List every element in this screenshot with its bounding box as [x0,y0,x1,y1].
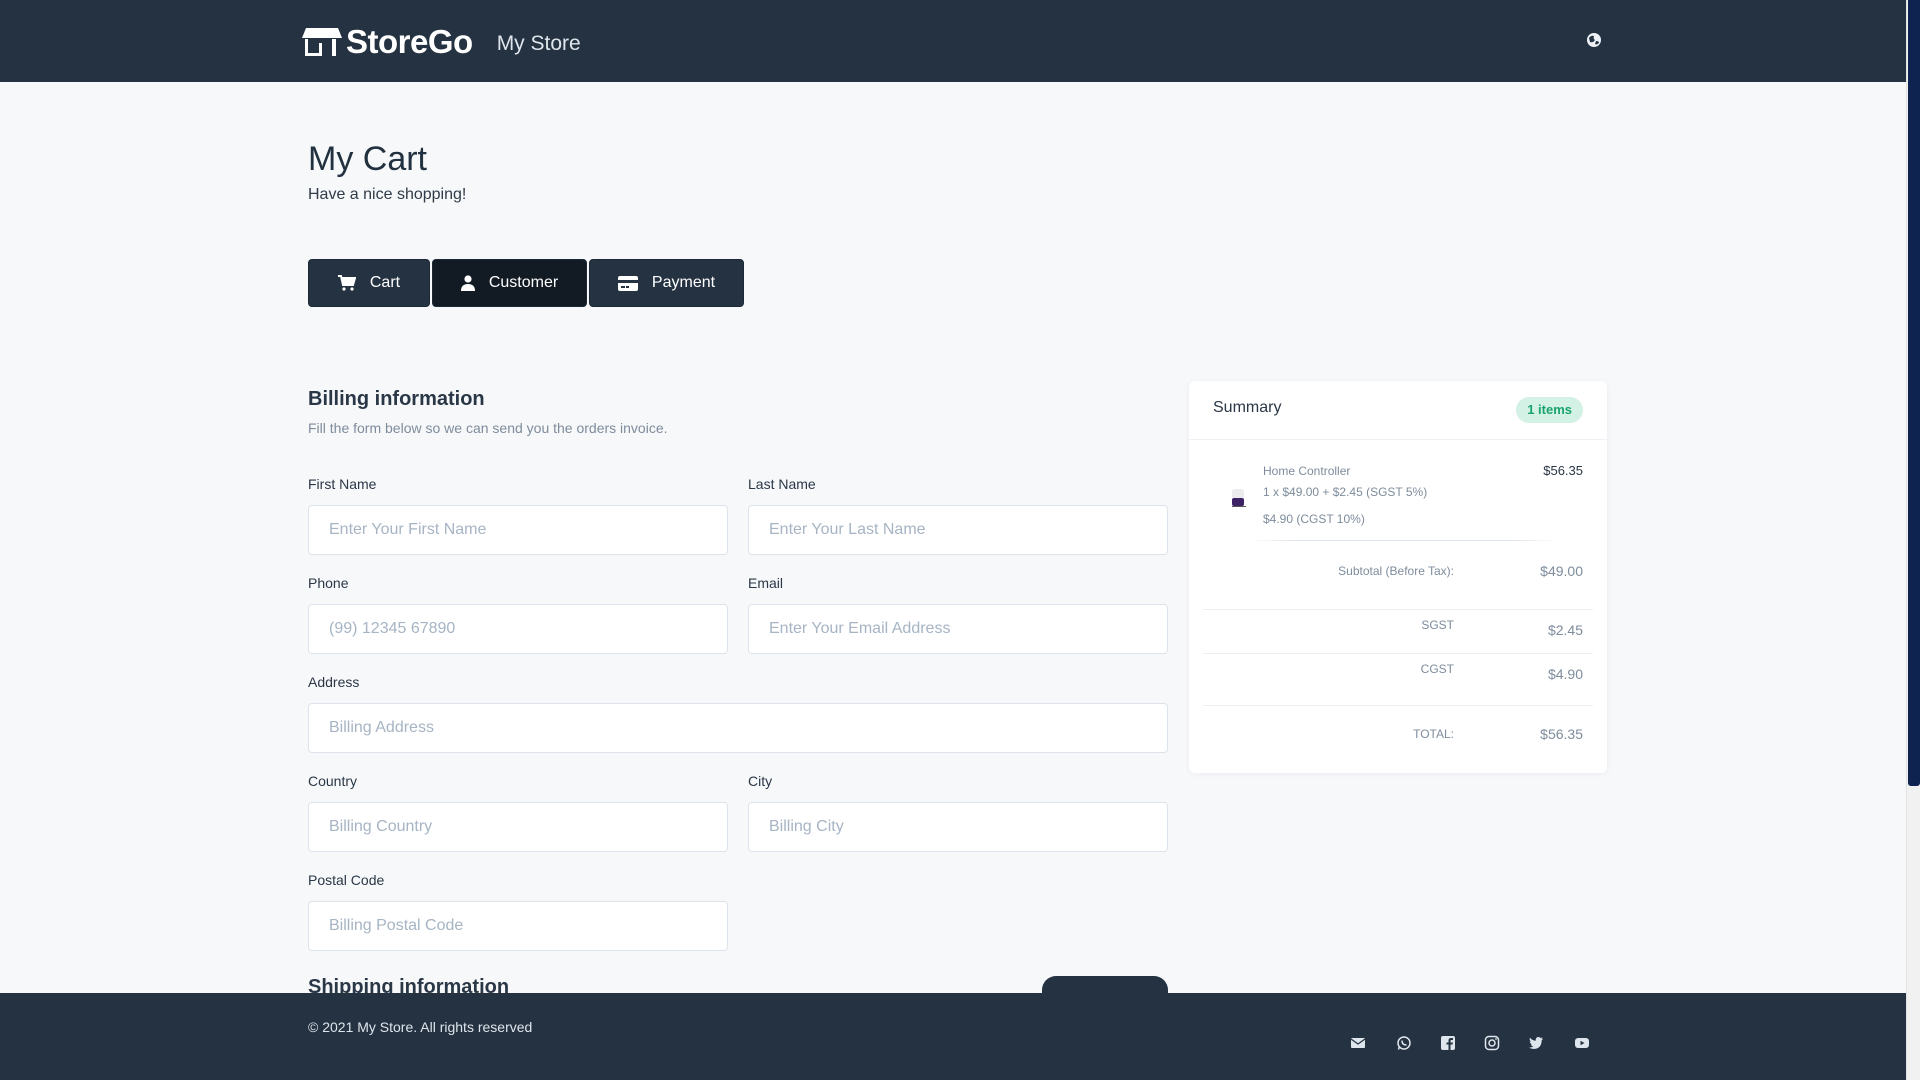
postal-code-input[interactable] [308,901,728,951]
youtube-icon[interactable] [1574,1035,1590,1051]
country-input[interactable] [308,802,728,852]
cgst-value: $4.90 [1547,666,1583,682]
product-cgst-line: $4.90 (CGST 10%) [1263,512,1365,526]
country-label: Country [308,773,358,789]
summary-title: Summary [1213,399,1282,416]
user-icon [460,275,475,291]
scrollbar-thumb[interactable] [1908,0,1920,786]
storefront-icon [302,28,342,56]
total-value: $56.35 [1540,726,1583,742]
step-customer[interactable]: Customer [432,259,587,307]
page-subtitle: Have a nice shopping! [308,186,467,203]
instagram-icon[interactable] [1484,1035,1500,1051]
order-summary: Summary 1 items Home Controller 1 x $49.… [1189,381,1607,773]
sgst-value: $2.45 [1547,622,1583,638]
globe-icon[interactable] [1586,32,1602,48]
email-icon[interactable] [1350,1035,1366,1051]
city-input[interactable] [748,802,1168,852]
twitter-icon[interactable] [1528,1035,1544,1051]
brand-logo[interactable]: StoreGo [302,23,473,61]
postal-code-label: Postal Code [308,872,385,888]
product-quantity-line: 1 x $49.00 + $2.45 (SGST 5%) [1263,485,1428,499]
email-input[interactable] [748,604,1168,654]
cart-icon [337,275,356,291]
last-name-label: Last Name [748,476,816,492]
email-label: Email [748,575,784,591]
phone-label: Phone [308,575,349,591]
address-input[interactable] [308,703,1168,753]
first-name-input[interactable] [308,505,728,555]
billing-description: Fill the form below so we can send you t… [308,420,668,436]
step-label: Cart [369,274,401,291]
sgst-label: SGST [1421,618,1454,632]
brand[interactable]: StoreGo My Store [302,22,581,62]
cgst-label: CGST [1420,662,1454,676]
product-name: Home Controller [1263,464,1351,478]
top-navbar: StoreGo My Store [0,0,1906,82]
city-label: City [748,773,773,789]
copyright: © 2021 My Store. All rights reserved [308,1019,533,1035]
phone-input[interactable] [308,604,728,654]
footer: © 2021 My Store. All rights reserved [0,993,1906,1080]
divider [1203,705,1593,706]
whatsapp-icon[interactable] [1396,1035,1412,1051]
store-name[interactable]: My Store [497,32,581,56]
product-image [1232,489,1246,507]
divider [1203,653,1593,654]
checkout-steps: Cart Customer Payment [308,259,744,307]
step-label: Customer [488,274,559,291]
last-name-input[interactable] [748,505,1168,555]
items-count-badge: 1 items [1516,397,1583,423]
credit-card-icon [617,275,638,291]
facebook-icon[interactable] [1440,1035,1456,1051]
subtotal-label: Subtotal (Before Tax): [1338,564,1454,578]
summary-header: Summary 1 items [1189,381,1607,440]
step-cart[interactable]: Cart [308,259,430,307]
total-label: TOTAL: [1413,727,1454,741]
address-label: Address [308,674,360,690]
first-name-label: First Name [308,476,377,492]
subtotal-value: $49.00 [1540,563,1583,579]
step-payment[interactable]: Payment [589,259,744,307]
divider [1203,609,1593,610]
step-label: Payment [651,274,716,291]
brand-name: StoreGo [346,23,473,60]
page-scrollbar[interactable] [1906,0,1920,1080]
divider [1249,540,1559,541]
page-title: My Cart [308,140,427,178]
billing-title: Billing information [308,388,485,410]
product-price: $56.35 [1543,463,1583,478]
